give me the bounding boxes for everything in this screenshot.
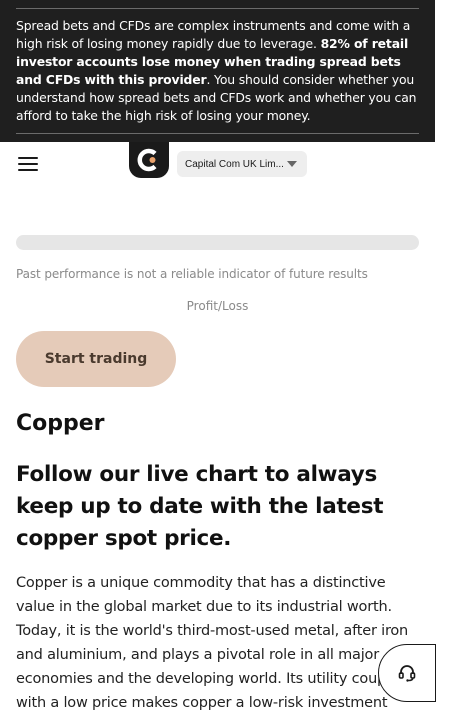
profit-loss-label: Profit/Loss (186, 299, 249, 313)
risk-warning-banner: Spread bets and CFDs are complex instrum… (0, 0, 435, 142)
start-trading-button[interactable]: Start trading (16, 331, 176, 387)
entity-selector-dropdown[interactable]: Capital Com UK Lim... (177, 151, 307, 177)
risk-warning-text: Spread bets and CFDs are complex instrum… (16, 18, 417, 123)
asset-description: Copper is a unique commodity that has a … (16, 575, 409, 711)
capital-com-logo-icon[interactable] (129, 142, 169, 178)
entity-selector-value: Capital Com UK Lim... (185, 158, 284, 170)
page-headline: Follow our live chart to always keep up … (16, 462, 384, 551)
banner-divider-top (16, 8, 419, 9)
asset-title: Copper (16, 411, 105, 436)
past-performance-disclaimer: Past performance is not a reliable indic… (16, 267, 368, 281)
banner-divider-bottom (16, 133, 419, 134)
chart-loading-placeholder (16, 235, 419, 250)
support-chat-button[interactable] (378, 644, 436, 702)
headset-support-icon (398, 665, 416, 682)
hamburger-menu-icon[interactable] (18, 157, 38, 171)
chevron-down-icon (287, 161, 297, 167)
